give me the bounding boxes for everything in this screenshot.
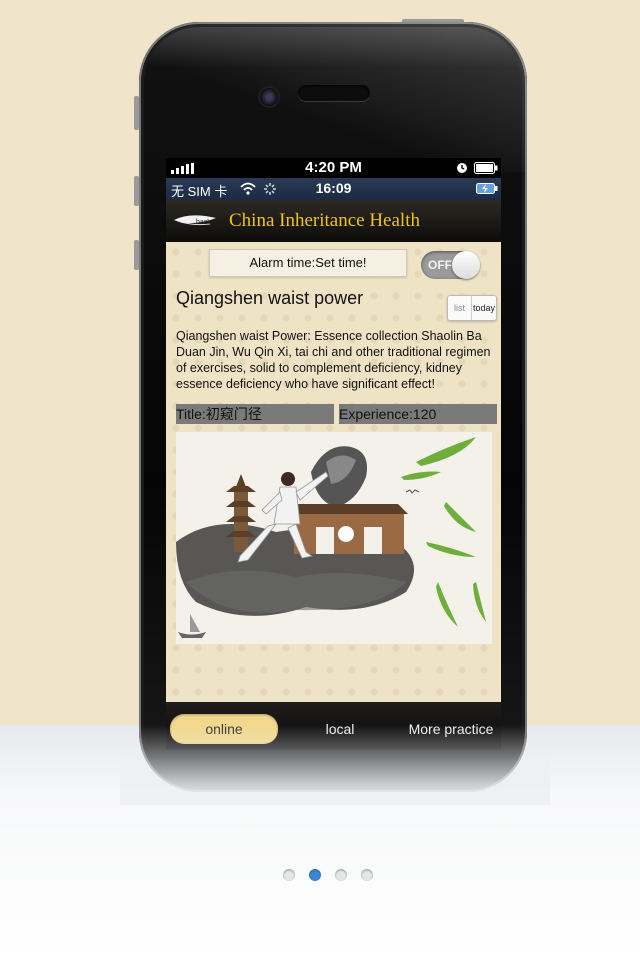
main-content: Alarm time:Set time! OFF Qiangshen waist…: [166, 242, 501, 702]
view-toggle: list today: [447, 295, 497, 321]
alarm-time-label: Alarm time:Set time!: [249, 255, 367, 270]
page-dot-2[interactable]: [309, 869, 321, 881]
phone-screen: 4:20 PM 无 SIM 卡 16:09 back China Inherit…: [166, 158, 501, 750]
sim-status-bar: 无 SIM 卡 16:09: [166, 178, 501, 200]
battery-icon: [474, 162, 498, 174]
back-label: back: [196, 219, 211, 226]
today-toggle-button[interactable]: today: [472, 296, 496, 320]
app-title: China Inheritance Health: [229, 210, 420, 231]
article-description: Qiangshen waist Power: Essence collectio…: [176, 329, 491, 391]
experience-tag: Experience:120: [339, 404, 497, 424]
app-header: back China Inheritance Health: [166, 200, 501, 242]
page-dot-3[interactable]: [335, 869, 347, 881]
alarm-time-button[interactable]: Alarm time:Set time!: [209, 249, 407, 277]
title-tag: Title:初窥门径: [176, 404, 334, 424]
article-title: Qiangshen waist power: [176, 288, 364, 308]
earpiece-speaker: [298, 85, 370, 101]
page-dot-1[interactable]: [283, 869, 295, 881]
charging-battery-icon: [476, 183, 498, 194]
tai-chi-illustration: [176, 432, 492, 644]
alarm-clock-icon: [457, 163, 467, 173]
page-indicator: [274, 865, 384, 887]
toggle-knob: [452, 251, 480, 279]
alarm-toggle[interactable]: OFF: [421, 251, 480, 279]
alarm-toggle-label: OFF: [428, 258, 452, 272]
front-camera: [258, 86, 280, 108]
back-button[interactable]: back: [172, 212, 218, 232]
list-toggle-button[interactable]: list: [448, 296, 472, 320]
status-time: 4:20 PM: [305, 159, 362, 176]
page-dot-4[interactable]: [361, 869, 373, 881]
back-feather-icon: [174, 215, 216, 226]
sim-time: 16:09: [315, 180, 352, 196]
status-bar: 4:20 PM: [166, 158, 501, 178]
